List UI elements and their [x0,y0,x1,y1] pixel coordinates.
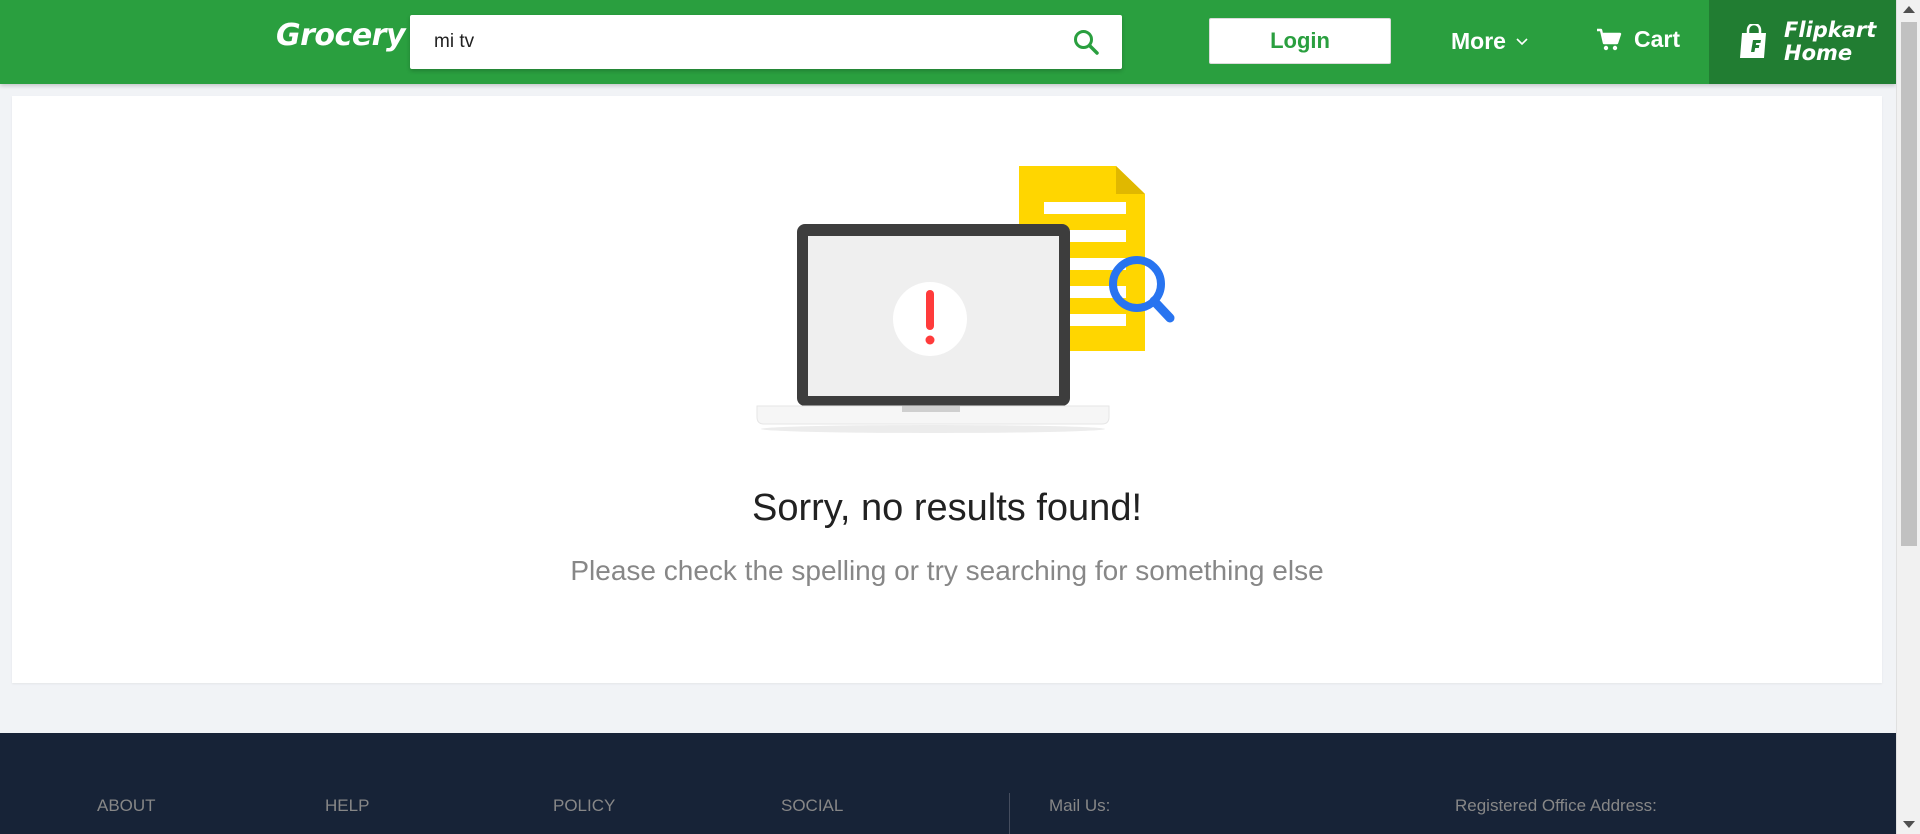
no-results-subtitle: Please check the spelling or try searchi… [570,555,1324,586]
login-button[interactable]: Login [1209,18,1391,64]
chevron-down-icon [1516,37,1528,45]
flipkart-bag-icon [1740,24,1766,58]
search-button[interactable] [1050,15,1122,69]
footer-policy-heading: POLICY [553,796,616,815]
search-input[interactable] [410,15,1050,69]
more-menu[interactable]: More [1451,28,1528,55]
footer-about-heading: ABOUT [97,796,156,815]
more-label: More [1451,28,1506,54]
no-results-card: Sorry, no results found! Please check th… [12,96,1882,683]
flipkart-home-line2: Home [1784,41,1853,65]
flipkart-home-line1: Flipkart [1784,18,1877,42]
scroll-up-arrow-icon[interactable] [1903,6,1915,13]
footer-help-heading: HELP [325,796,370,815]
flipkart-home-link[interactable]: Flipkart Home [1709,0,1896,84]
cart-link[interactable]: Cart [1596,26,1680,53]
footer: ABOUT HELP POLICY SOCIAL Mail Us: Regist… [0,733,1896,834]
footer-divider [1009,793,1010,834]
footer-mail-heading: Mail Us: [1049,796,1111,815]
cart-label: Cart [1634,26,1681,52]
footer-office-heading: Registered Office Address: [1455,796,1657,815]
search-bar [410,15,1122,69]
top-header: Grocery Login More Cart [0,0,1896,84]
no-results-illustration [756,166,1175,433]
cart-icon [1597,28,1622,50]
footer-social-heading: SOCIAL [781,796,844,815]
flipkart-home-label: Flipkart Home [1784,19,1876,65]
scroll-thumb[interactable] [1901,22,1917,546]
no-results-title: Sorry, no results found! [751,487,1143,529]
scroll-down-arrow-icon[interactable] [1903,821,1915,828]
search-icon [1074,30,1099,55]
page-scrollbar[interactable] [1896,0,1920,834]
grocery-logo[interactable]: Grocery [276,18,406,53]
